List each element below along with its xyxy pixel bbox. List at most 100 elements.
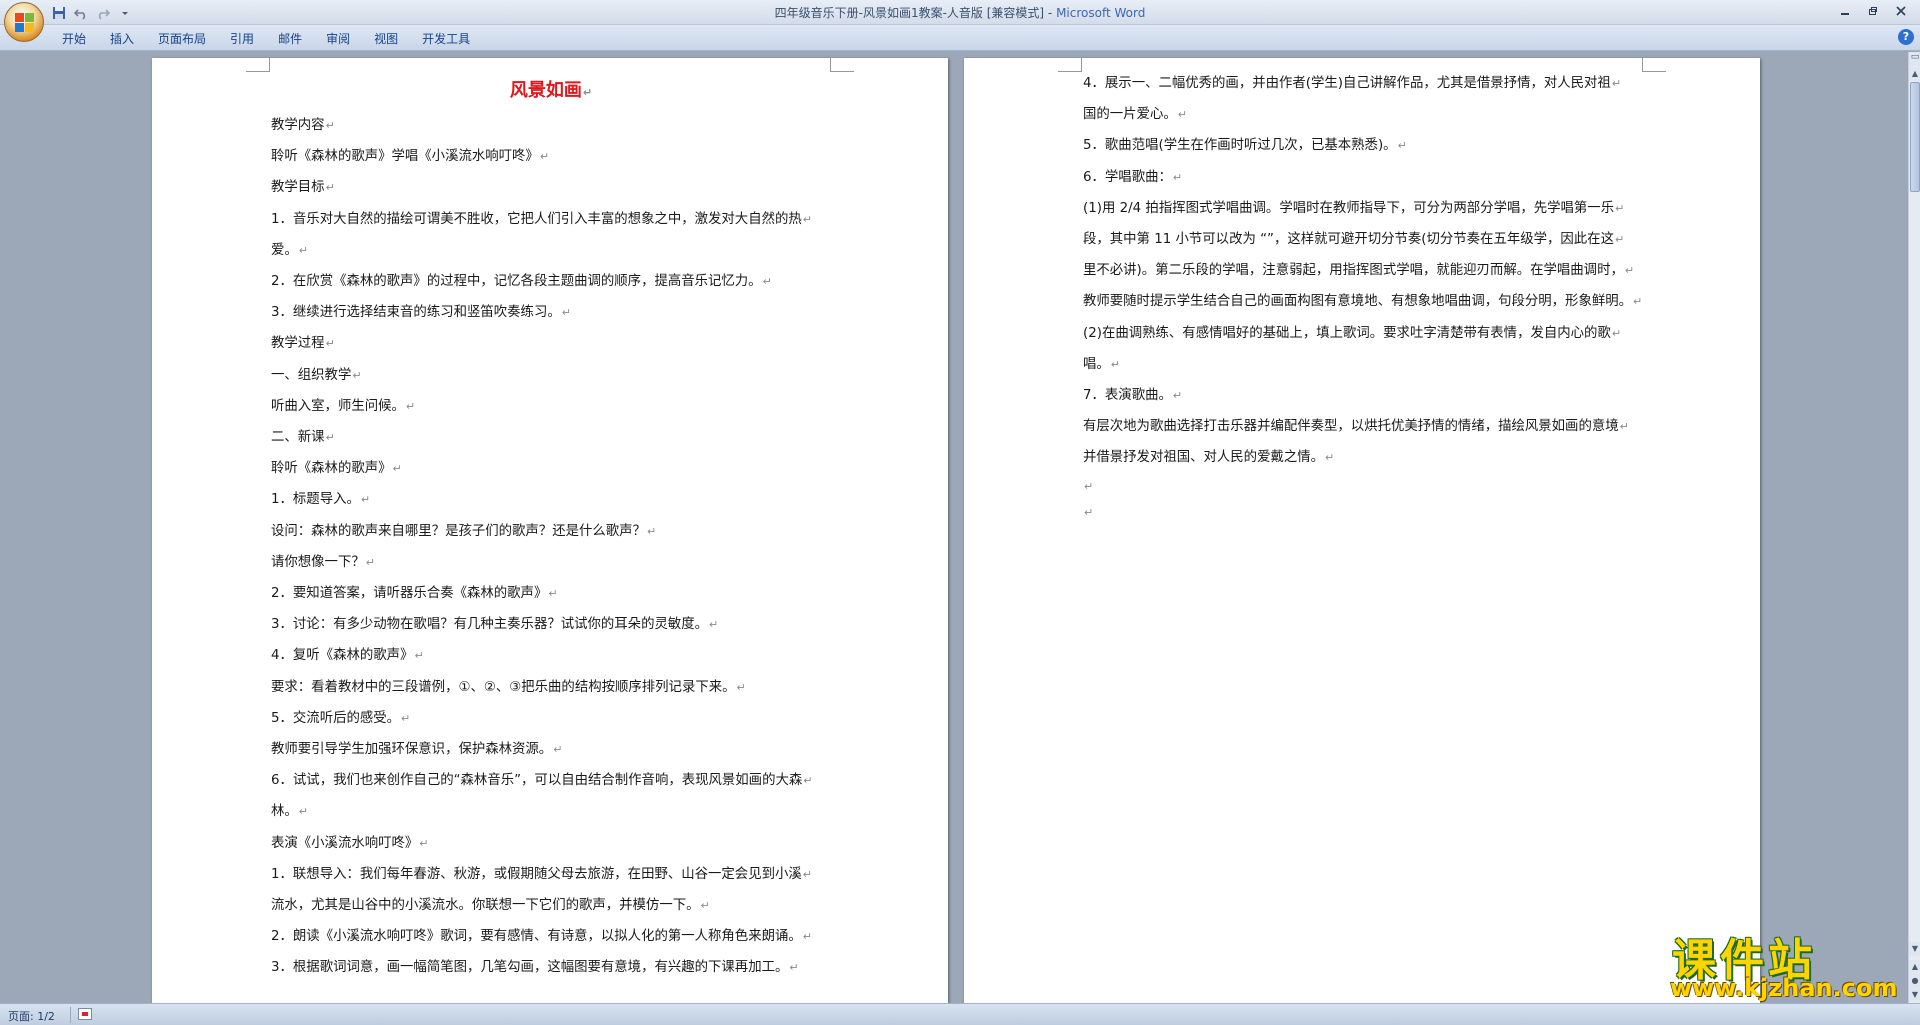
watermark-url: www.kjzhan.com [1670,974,1898,1002]
paragraph-text: 教师要引导学生加强环保意识，保护森林资源。 [271,742,553,758]
previous-page-icon[interactable]: ▲ [1909,960,1920,974]
tab-page-layout[interactable]: 页面布局 [146,29,218,49]
office-button[interactable] [4,2,44,42]
paragraph-text: 流水，尤其是山谷中的小溪流水。你联想一下它们的歌声，并模仿一下。 [271,898,700,914]
tab-home[interactable]: 开始 [50,29,98,49]
paragraph-mark: ↵ [802,212,812,226]
paragraph-text: 1．联想导入：我们每年春游、秋游，或假期随父母去旅游，在田野、山谷一定会见到小溪 [271,866,802,882]
minimize-icon[interactable] [1832,2,1858,20]
paragraph-mark: ↵ [802,930,812,944]
paragraph-mark: ↵ [789,961,799,975]
paragraph: 教学内容↵ [271,110,831,141]
margin-corner-mark [246,58,270,72]
proofing-icon[interactable] [78,1008,92,1020]
close-icon[interactable] [1888,2,1914,20]
tab-developer[interactable]: 开发工具 [410,29,482,49]
paragraph-text: 国的一片爱心。 [1083,107,1177,123]
view-ruler-icon[interactable]: ▭ [1909,52,1920,66]
ribbon-tab-bar: 开始 插入 页面布局 引用 邮件 审阅 视图 开发工具 ? [0,25,1920,51]
paragraph-mark: ↵ [1615,201,1625,215]
page-2-content[interactable]: 4．展示一、二幅优秀的画，并由作者(学生)自己讲解作品，尤其是借景抒情，对人民对… [1083,68,1643,526]
paragraph: 一、组织教学↵ [271,360,831,391]
paragraph-text: 聆听《森林的歌声》 [271,461,392,477]
paragraph: 并借景抒发对祖国、对人民的爱戴之情。↵ [1083,442,1643,473]
paragraph: 聆听《森林的歌声》学唱《小溪流水响叮咚》↵ [271,141,831,172]
tab-mailings[interactable]: 邮件 [266,29,314,49]
margin-corner-mark [830,58,854,72]
paragraph-text: 教学目标 [271,180,325,196]
office-logo-icon [15,13,35,33]
paragraph: ↵ [1083,474,1643,500]
paragraph: 4．展示一、二幅优秀的画，并由作者(学生)自己讲解作品，尤其是借景抒情，对人民对… [1083,68,1643,99]
paragraph-text: 要求：看着教材中的三段谱例，①、②、③把乐曲的结构按顺序排列记录下来。 [271,679,736,695]
paragraph-text: 1．音乐对大自然的描绘可谓美不胜收，它把人们引入丰富的想象之中，激发对大自然的热 [271,211,802,227]
document-page-1[interactable]: 风景如画↵ 教学内容↵ 聆听《森林的歌声》学唱《小溪流水响叮咚》↵ 教学目标↵ 1．音… [152,58,948,1003]
paragraph-text: 3．继续进行选择结束音的练习和竖笛吹奏练习。 [271,305,561,321]
tab-view[interactable]: 视图 [362,29,410,49]
title-bar: 四年级音乐下册-风景如画1教案-人音版 [兼容模式] - Microsoft W… [0,0,1920,42]
paragraph-mark: ↵ [1084,505,1094,519]
tab-review[interactable]: 审阅 [314,29,362,49]
paragraph-text: 听曲入室，师生问候。 [271,398,405,414]
tab-insert[interactable]: 插入 [98,29,146,49]
paragraph-mark: ↵ [298,243,308,257]
paragraph: 国的一片爱心。↵ [1083,99,1643,130]
paragraph-mark: ↵ [548,587,558,601]
paragraph: 表演《小溪流水响叮咚》↵ [271,828,831,859]
paragraph-mark: ↵ [1611,326,1622,340]
browse-object-icon[interactable]: ● [1909,974,1920,988]
paragraph: 教师要引导学生加强环保意识，保护森林资源。↵ [271,734,831,765]
scroll-down-icon[interactable]: ▼ [1909,942,1920,956]
document-title: 风景如画↵ [271,74,831,110]
page-indicator[interactable]: 页面: 1/2 [8,1008,55,1024]
next-page-icon[interactable]: ▼ [1909,988,1920,1002]
paragraph-mark: ↵ [1619,420,1629,434]
paragraph-text: 2．朗读《小溪流水响叮咚》歌词，要有感情、有诗意，以拟人化的第一人称角色来朗诵。 [271,929,802,945]
paragraph: (1)用 2/4 拍指挥图式学唱曲调。学唱时在教师指导下，可分为两部分学唱，先学… [1083,193,1643,224]
paragraph-mark: ↵ [298,805,308,819]
paragraph-mark: ↵ [325,431,335,445]
paragraph-mark: ↵ [365,555,375,569]
paragraph: 聆听《森林的歌声》↵ [271,453,831,484]
paragraph: 二、新课↵ [271,422,831,453]
help-icon[interactable]: ? [1898,29,1914,45]
paragraph: (2)在曲调熟练、有感情唱好的基础上，填上歌词。要求吐字清楚带有表情，发自内心的… [1083,318,1643,349]
paragraph: 林。↵ [271,796,831,827]
paragraph-text: 6．学唱歌曲： [1083,169,1172,185]
watermark: 课件站 www.kjzhan.com [1650,924,1910,1004]
paragraph: 5．交流听后的感受。↵ [271,703,831,734]
scroll-up-icon[interactable]: ▲ [1909,67,1920,81]
tab-references[interactable]: 引用 [218,29,266,49]
vertical-scrollbar[interactable]: ▭ ▲ ▼ ▲ ● ▼ [1908,52,1920,1003]
paragraph-mark: ↵ [325,337,335,351]
paragraph-mark: ↵ [1172,389,1183,403]
paragraph-mark: ↵ [1624,264,1635,278]
paragraph-text: 林。 [271,804,298,820]
paragraph-text: 3．根据歌词词意，画一幅简笔图，几笔勾画，这幅图要有意境，有兴趣的下课再加工。 [271,960,789,976]
paragraph-mark: ↵ [1397,139,1407,153]
document-title-text: 风景如画 [509,80,582,101]
window-controls [1832,2,1914,20]
paragraph-text: 段，其中第 11 小节可以改为 “”，这样就可避开切分节奏(切分节奏在五年级学，… [1083,232,1614,248]
paragraph-mark: ↵ [1614,233,1625,247]
paragraph-text: 6．试试，我们也来创作自己的“森林音乐”，可以自由结合制作音响，表现风景如画的大… [271,773,803,789]
restore-icon[interactable] [1860,2,1886,20]
paragraph: 里不必讲)。第二乐段的学唱，注意弱起，用指挥图式学唱，就能迎刃而解。在学唱曲调时… [1083,255,1643,286]
paragraph-text: 请你想像一下？ [271,554,365,570]
paragraph: 有层次地为歌曲选择打击乐器并编配伴奏型，以烘托优美抒情的情绪，描绘风景如画的意境… [1083,411,1643,442]
paragraph: 教师要随时提示学生结合自己的画面构图有意境地、有想象地唱曲调，句段分明，形象鲜明… [1083,286,1643,317]
paragraph: 听曲入室，师生问候。↵ [271,391,831,422]
paragraph-mark: ↵ [1172,170,1183,184]
paragraph: 3．根据歌词词意，画一幅简笔图，几笔勾画，这幅图要有意境，有兴趣的下课再加工。↵ [271,952,831,983]
paragraph-mark: ↵ [700,899,710,913]
scrollbar-thumb[interactable] [1910,82,1920,192]
paragraph-mark: ↵ [736,680,746,694]
paragraph: 教学目标↵ [271,172,831,203]
paragraph-text: (2)在曲调熟练、有感情唱好的基础上，填上歌词。要求吐字清楚带有表情，发自内心的… [1083,325,1611,341]
document-page-2[interactable]: 4．展示一、二幅优秀的画，并由作者(学生)自己讲解作品，尤其是借景抒情，对人民对… [964,58,1760,1003]
paragraph-text: 里不必讲)。第二乐段的学唱，注意弱起，用指挥图式学唱，就能迎刃而解。在学唱曲调时… [1083,263,1624,279]
paragraph-mark: ↵ [582,86,593,99]
page-1-content[interactable]: 风景如画↵ 教学内容↵ 聆听《森林的歌声》学唱《小溪流水响叮咚》↵ 教学目标↵ 1．音… [271,74,831,984]
paragraph-mark: ↵ [1611,77,1622,90]
paragraph-mark: ↵ [352,368,362,382]
